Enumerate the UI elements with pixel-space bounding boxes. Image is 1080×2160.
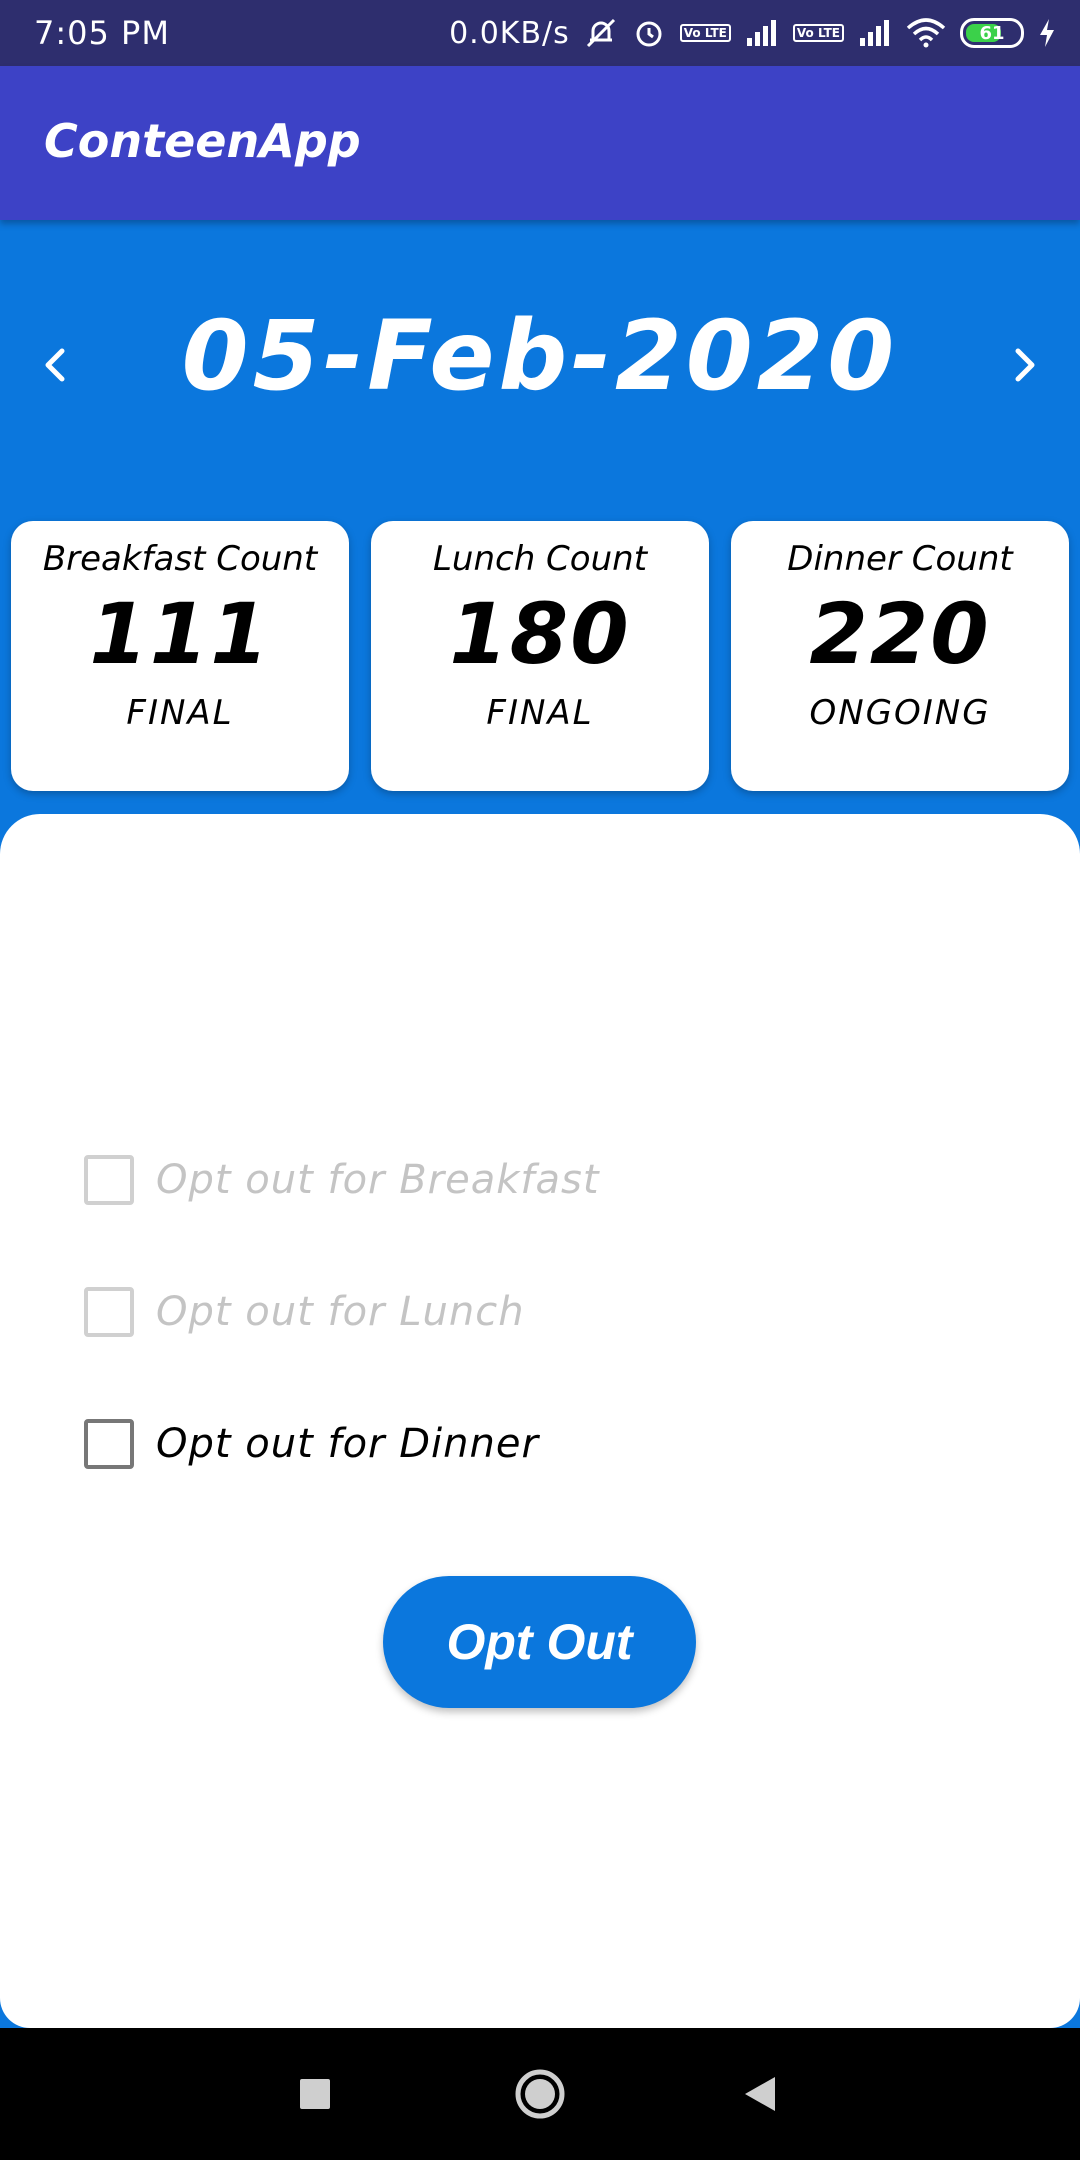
app-title: ConteenApp (44, 114, 361, 168)
recents-button[interactable] (285, 2064, 345, 2124)
chevron-left-icon (45, 348, 65, 382)
dinner-count-card: Dinner Count 220 ONGOING (731, 521, 1069, 791)
signal-icon (858, 18, 892, 48)
card-count: 180 (449, 585, 631, 683)
opt-out-dinner-label[interactable]: Opt out for Dinner (156, 1421, 539, 1467)
lunch-count-card: Lunch Count 180 FINAL (371, 521, 709, 791)
app-bar: ConteenApp (0, 66, 1080, 220)
opt-out-button[interactable]: Opt Out (383, 1576, 696, 1708)
back-button[interactable] (730, 2064, 790, 2124)
signal-icon (745, 18, 779, 48)
recents-icon (300, 2079, 330, 2109)
breakfast-count-card: Breakfast Count 111 FINAL (11, 521, 349, 791)
alarm-icon (632, 16, 666, 50)
volte-badge-2: Vo LTE (792, 24, 844, 42)
status-bar: 7:05 PM 0.0KB/s Vo LTE Vo LTE 61 (0, 0, 1080, 66)
battery-level: 61 (979, 22, 1005, 44)
back-icon (745, 2077, 775, 2111)
status-time: 7:05 PM (34, 14, 170, 52)
card-status: FINAL (486, 693, 594, 733)
home-button[interactable] (510, 2064, 570, 2124)
card-count: 220 (809, 585, 991, 683)
date-navigator: 05-Feb-2020 (0, 270, 1080, 460)
opt-out-breakfast-checkbox (84, 1155, 134, 1205)
opt-out-dinner-checkbox[interactable] (84, 1419, 134, 1469)
status-icons: 0.0KB/s Vo LTE Vo LTE 61 (449, 10, 1056, 56)
card-status: FINAL (126, 693, 234, 733)
volte-badge-1: Vo LTE (679, 24, 731, 42)
opt-out-dinner-option[interactable]: Opt out for Dinner (84, 1416, 539, 1472)
next-date-button[interactable] (990, 330, 1060, 400)
card-title: Breakfast Count (42, 539, 318, 579)
previous-date-button[interactable] (20, 330, 90, 400)
wifi-icon (906, 18, 946, 48)
mute-icon (584, 16, 618, 50)
chevron-right-icon (1015, 348, 1035, 382)
opt-out-breakfast-label: Opt out for Breakfast (156, 1157, 600, 1203)
selected-date: 05-Feb-2020 (181, 300, 899, 412)
card-count: 111 (89, 585, 271, 683)
opt-out-lunch-label: Opt out for Lunch (156, 1289, 525, 1335)
opt-out-breakfast-option: Opt out for Breakfast (84, 1152, 600, 1208)
home-icon (515, 2069, 565, 2119)
card-status: ONGOING (809, 693, 991, 733)
network-speed: 0.0KB/s (449, 15, 570, 51)
opt-out-lunch-option: Opt out for Lunch (84, 1284, 525, 1340)
battery-icon: 61 (960, 18, 1024, 48)
charging-icon (1038, 18, 1056, 48)
opt-out-lunch-checkbox (84, 1287, 134, 1337)
system-navigation-bar (0, 2028, 1080, 2160)
card-title: Dinner Count (787, 539, 1013, 579)
card-title: Lunch Count (432, 539, 648, 579)
